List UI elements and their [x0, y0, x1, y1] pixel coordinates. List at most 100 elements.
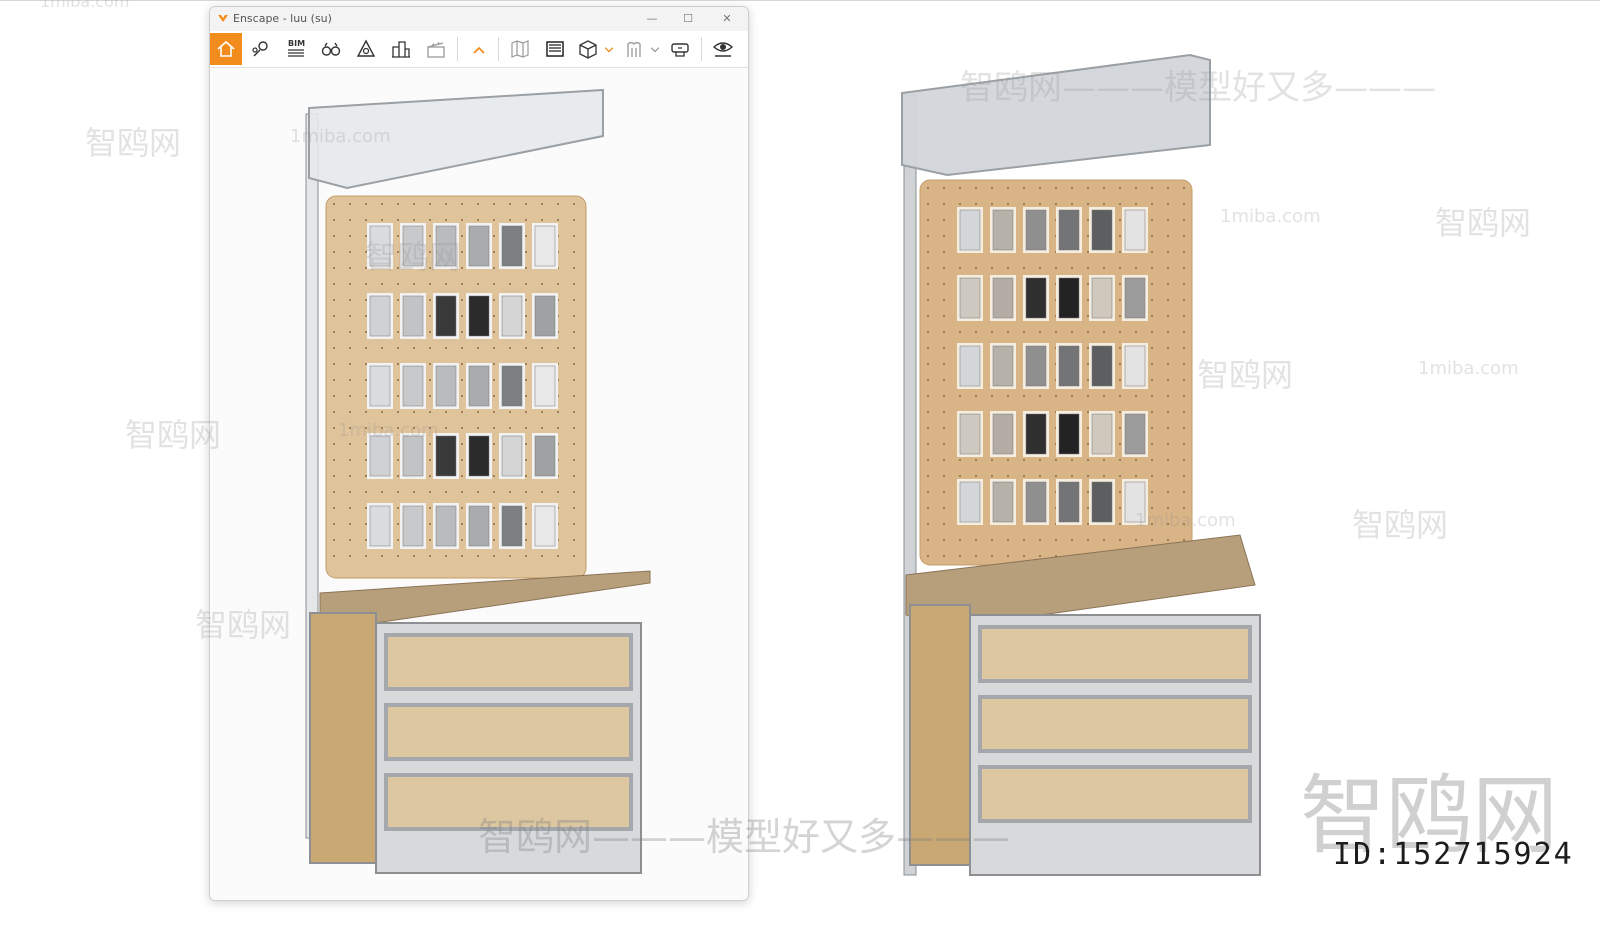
- peg-hole: [333, 443, 335, 445]
- peg-hole: [943, 203, 945, 205]
- peg-hole: [1039, 459, 1041, 461]
- peg-hole: [349, 283, 351, 285]
- peg-hole: [1103, 187, 1105, 189]
- peg-hole: [1055, 267, 1057, 269]
- visual-settings-button[interactable]: [707, 33, 739, 65]
- peg-hole: [1119, 331, 1121, 333]
- minimize-button[interactable]: —: [634, 9, 670, 29]
- peg-hole: [1055, 459, 1057, 461]
- binoculars-button[interactable]: [315, 33, 347, 65]
- peg-hole: [493, 251, 495, 253]
- sample-tile: [1091, 413, 1113, 455]
- sample-tile: [992, 481, 1014, 523]
- close-button[interactable]: ✕: [709, 9, 745, 29]
- peg-hole: [1119, 347, 1121, 349]
- brand-watermark: 智鸥网: [125, 416, 222, 454]
- peg-hole: [573, 379, 575, 381]
- peg-hole: [397, 459, 399, 461]
- map-button[interactable]: [504, 33, 536, 65]
- brand-watermark: 智鸥网: [195, 606, 292, 644]
- home-icon: [217, 40, 235, 57]
- peg-hole: [429, 219, 431, 221]
- peg-hole: [349, 411, 351, 413]
- home-button[interactable]: [210, 33, 242, 65]
- title-bar[interactable]: Enscape - luu (su) — ☐ ✕: [210, 7, 748, 31]
- peg-hole: [1119, 443, 1121, 445]
- vr-button[interactable]: [664, 33, 696, 65]
- peg-hole: [927, 539, 929, 541]
- peg-hole: [557, 283, 559, 285]
- sample-tile: [1025, 277, 1047, 319]
- export-button[interactable]: [572, 33, 604, 65]
- peg-hole: [1119, 491, 1121, 493]
- peg-hole: [573, 443, 575, 445]
- walk-mode-dropdown[interactable]: [648, 33, 662, 65]
- peg-hole: [1183, 411, 1185, 413]
- peg-hole: [1167, 299, 1169, 301]
- peg-hole: [461, 491, 463, 493]
- peg-hole: [461, 235, 463, 237]
- brand-watermark: 智鸥网: [365, 238, 462, 276]
- peg-hole: [1167, 427, 1169, 429]
- peg-hole: [1039, 555, 1041, 557]
- peg-hole: [333, 331, 335, 333]
- peg-hole: [1103, 459, 1105, 461]
- render-viewport[interactable]: [210, 68, 748, 900]
- peg-hole: [1151, 219, 1153, 221]
- peg-hole: [1135, 459, 1137, 461]
- render-image-button[interactable]: [539, 33, 571, 65]
- peg-hole: [927, 427, 929, 429]
- peg-hole: [1151, 475, 1153, 477]
- peg-hole: [1151, 283, 1153, 285]
- peg-hole: [333, 411, 335, 413]
- peg-hole: [429, 363, 431, 365]
- asset-library-button[interactable]: [350, 33, 382, 65]
- peg-hole: [445, 219, 447, 221]
- peg-hole: [349, 299, 351, 301]
- render-image-icon: [546, 41, 564, 57]
- export-dropdown[interactable]: [602, 33, 616, 65]
- toolbar-separator: [457, 37, 458, 61]
- peg-hole: [943, 283, 945, 285]
- sample-tile: [534, 225, 556, 267]
- cube-icon: [579, 40, 597, 59]
- peg-hole: [943, 363, 945, 365]
- peg-hole: [461, 523, 463, 525]
- peg-hole: [1119, 283, 1121, 285]
- views-button[interactable]: [245, 33, 277, 65]
- peg-hole: [1055, 203, 1057, 205]
- peg-hole: [1023, 187, 1025, 189]
- peg-hole: [557, 555, 559, 557]
- peg-hole: [1183, 251, 1185, 253]
- peg-hole: [1167, 267, 1169, 269]
- collapse-button[interactable]: [463, 33, 495, 65]
- peg-hole: [493, 395, 495, 397]
- toolbar-separator: [701, 37, 702, 61]
- sample-tile: [501, 435, 523, 477]
- peg-hole: [365, 219, 367, 221]
- peg-hole: [1167, 395, 1169, 397]
- peg-hole: [1039, 539, 1041, 541]
- peg-hole: [365, 395, 367, 397]
- top-border-line: [0, 0, 1600, 1]
- sample-tile: [1091, 481, 1113, 523]
- peg-hole: [1039, 187, 1041, 189]
- peg-hole: [381, 555, 383, 557]
- peg-hole: [445, 427, 447, 429]
- slogan-watermark: 智鸥网———模型好又多———: [960, 68, 1436, 108]
- peg-hole: [365, 523, 367, 525]
- brand-watermark: 智鸥网: [1352, 506, 1449, 544]
- peg-hole: [1183, 491, 1185, 493]
- bim-button[interactable]: BIM: [280, 33, 312, 65]
- peg-hole: [397, 283, 399, 285]
- peg-hole: [927, 299, 929, 301]
- buildings-button[interactable]: [385, 33, 417, 65]
- peg-hole: [349, 347, 351, 349]
- maximize-button[interactable]: ☐: [670, 9, 706, 29]
- peg-hole: [1119, 187, 1121, 189]
- video-editor-button[interactable]: [420, 33, 452, 65]
- peg-hole: [927, 379, 929, 381]
- peg-hole: [349, 555, 351, 557]
- walk-mode-button[interactable]: [618, 33, 650, 65]
- peg-hole: [1151, 331, 1153, 333]
